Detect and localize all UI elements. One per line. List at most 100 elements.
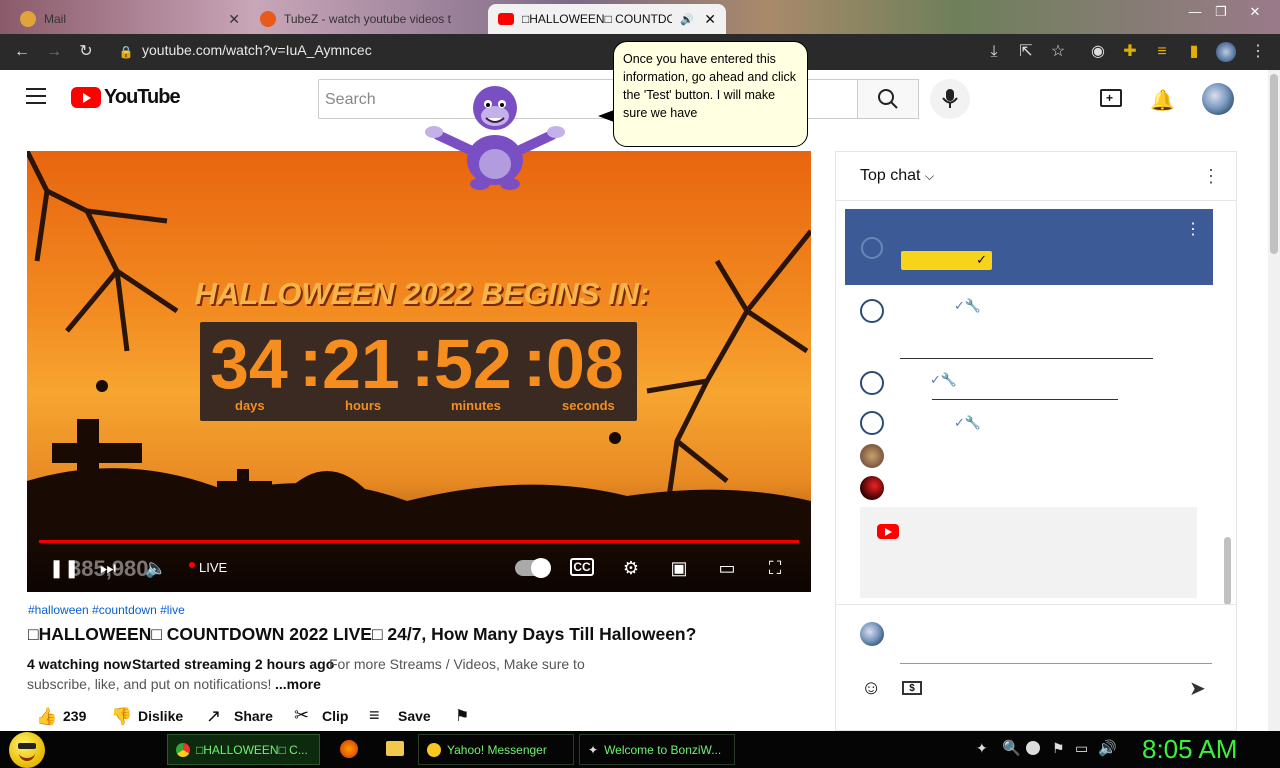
- account-avatar[interactable]: [1202, 83, 1234, 115]
- speaker-icon[interactable]: 🔊: [680, 13, 694, 26]
- chat-avatar[interactable]: [860, 411, 884, 435]
- chat-menu-icon[interactable]: ⋮: [1202, 166, 1220, 187]
- browser-tab-mail[interactable]: Mail ✕: [10, 4, 250, 34]
- create-video-icon[interactable]: +: [1100, 89, 1122, 107]
- notifications-bell-icon[interactable]: 🔔: [1150, 88, 1175, 113]
- back-icon[interactable]: ←: [12, 42, 32, 62]
- bookmark-star-icon[interactable]: ☆: [1048, 42, 1068, 62]
- emoji-icon[interactable]: ☺: [861, 677, 881, 700]
- tray-status-icon[interactable]: [1026, 741, 1040, 755]
- banner-menu-icon[interactable]: ⋮: [1185, 219, 1201, 239]
- browser-tab-halloween[interactable]: □HALLOWEEN□ COUNTDOWN 🔊 ✕: [488, 4, 726, 34]
- top-chat-dropdown[interactable]: Top chat ⌵: [860, 167, 934, 185]
- taskbar-clock[interactable]: 8:05 AM: [1142, 734, 1237, 765]
- tray-volume-icon[interactable]: 🔊: [1098, 739, 1117, 757]
- share-page-icon[interactable]: ⇱: [1016, 42, 1036, 62]
- countdown-title: HALLOWEEN 2022 BEGINS IN:: [194, 276, 650, 311]
- bonzi-buddy-character[interactable]: [420, 80, 570, 192]
- chat-avatar[interactable]: [860, 476, 884, 500]
- page-scrollbar[interactable]: [1268, 70, 1280, 731]
- forward-icon[interactable]: →: [44, 42, 64, 62]
- clip-scissors-icon[interactable]: ✂: [294, 705, 309, 726]
- youtube-logo-icon: [877, 524, 899, 539]
- chat-scrollbar-thumb[interactable]: [1224, 537, 1231, 605]
- chat-message-input[interactable]: [900, 622, 1212, 664]
- watching-count: 4 watching now: [27, 656, 132, 672]
- hamburger-menu-icon[interactable]: [26, 88, 46, 104]
- countdown-days-value: 34: [210, 325, 288, 403]
- lock-icon[interactable]: 🔒: [116, 42, 136, 62]
- countdown-minutes-value: 52: [434, 325, 512, 403]
- miniplayer-icon[interactable]: ▣: [666, 558, 692, 578]
- fullscreen-icon[interactable]: ⛶: [762, 558, 788, 578]
- super-chat-icon[interactable]: $: [902, 681, 922, 695]
- taskbar-item-chrome[interactable]: □HALLOWEEN□ C...: [167, 734, 320, 765]
- restore-window-icon[interactable]: ❐: [1208, 2, 1234, 22]
- minimize-window-icon[interactable]: —: [1182, 2, 1208, 22]
- my-chat-avatar: [860, 622, 884, 646]
- save-button[interactable]: Save: [398, 708, 431, 724]
- youtube-logo-text[interactable]: YouTube: [104, 86, 181, 109]
- stream-start: Started streaming 2 hours ago: [132, 656, 335, 672]
- countdown-seconds-value: 08: [546, 325, 624, 403]
- pinned-message-banner[interactable]: ✓ ⋮: [845, 209, 1213, 285]
- side-panel-icon[interactable]: ▮: [1184, 42, 1204, 62]
- taskbar-item-bonzi[interactable]: ✦ Welcome to BonziW...: [579, 734, 735, 765]
- address-bar[interactable]: youtube.com/watch?v=IuA_Aymncec: [142, 42, 372, 58]
- close-tab-icon[interactable]: ✕: [228, 11, 240, 28]
- dislike-button[interactable]: Dislike: [138, 708, 183, 724]
- show-more-link[interactable]: ...more: [275, 676, 321, 692]
- profile-avatar[interactable]: [1216, 42, 1236, 62]
- settings-gear-icon[interactable]: ⚙: [618, 558, 644, 578]
- live-label[interactable]: LIVE: [199, 560, 227, 575]
- captions-icon[interactable]: CC: [570, 558, 594, 576]
- like-icon[interactable]: 👍: [36, 707, 57, 727]
- theater-mode-icon[interactable]: ▭: [714, 558, 740, 578]
- autoplay-toggle[interactable]: [515, 558, 551, 578]
- extension-flag-icon[interactable]: ◉: [1088, 42, 1108, 62]
- next-icon[interactable]: ⏭: [95, 558, 121, 578]
- countdown-separator: :: [299, 323, 323, 401]
- media-queue-icon[interactable]: ≡: [1152, 42, 1172, 62]
- clip-button[interactable]: Clip: [322, 708, 348, 724]
- speech-bubble-tail: [598, 110, 614, 122]
- share-button[interactable]: Share: [234, 708, 273, 724]
- dislike-icon[interactable]: 👎: [111, 707, 132, 727]
- close-window-icon[interactable]: ✕: [1242, 2, 1268, 22]
- tray-search-icon[interactable]: 🔍: [1002, 739, 1021, 757]
- voice-search-button[interactable]: [930, 79, 970, 119]
- video-title: □HALLOWEEN□ COUNTDOWN 2022 LIVE□ 24/7, H…: [28, 624, 697, 644]
- close-tab-icon[interactable]: ✕: [704, 11, 716, 28]
- tray-flag-icon[interactable]: ⚑: [1052, 740, 1065, 757]
- taskbar-item-yahoo[interactable]: Yahoo! Messenger: [418, 734, 574, 765]
- reload-icon[interactable]: ↻: [76, 42, 96, 62]
- report-flag-icon[interactable]: ⚑: [455, 706, 469, 726]
- scrollbar-thumb[interactable]: [1270, 74, 1278, 254]
- chevron-down-icon: ⌵: [924, 169, 935, 183]
- start-button-smiley-icon[interactable]: [9, 732, 45, 768]
- share-icon[interactable]: ↗: [206, 706, 221, 727]
- countdown-days-unit: days: [235, 398, 265, 413]
- video-hashtags[interactable]: #halloween #countdown #live: [28, 603, 185, 617]
- youtube-favicon-icon: [498, 13, 514, 25]
- browser-tab-tubez[interactable]: TubeZ - watch youtube videos t: [250, 4, 486, 34]
- chat-avatar[interactable]: [860, 444, 884, 468]
- volume-icon[interactable]: 🔈: [143, 558, 169, 578]
- video-player[interactable]: HALLOWEEN 2022 BEGINS IN: 34 : 21 : 52 :…: [27, 151, 811, 592]
- firefox-icon[interactable]: [340, 740, 358, 758]
- progress-bar[interactable]: [39, 540, 799, 543]
- extensions-puzzle-icon[interactable]: ✚: [1120, 42, 1140, 62]
- folder-icon[interactable]: [386, 741, 404, 756]
- youtube-logo-icon[interactable]: [71, 87, 101, 108]
- search-button[interactable]: [857, 79, 919, 119]
- send-icon[interactable]: ➤: [1189, 676, 1206, 701]
- save-playlist-icon[interactable]: ≡: [369, 705, 380, 726]
- chat-avatar[interactable]: [860, 371, 884, 395]
- install-icon[interactable]: ⤓: [984, 42, 1004, 62]
- browser-menu-icon[interactable]: ⋮: [1248, 42, 1268, 62]
- chat-avatar[interactable]: [860, 299, 884, 323]
- like-count[interactable]: 239: [63, 708, 86, 724]
- tray-bonzi-icon[interactable]: ✦: [976, 740, 988, 757]
- pause-icon[interactable]: ❚❚: [49, 558, 79, 578]
- tray-network-icon[interactable]: ▭: [1075, 740, 1088, 757]
